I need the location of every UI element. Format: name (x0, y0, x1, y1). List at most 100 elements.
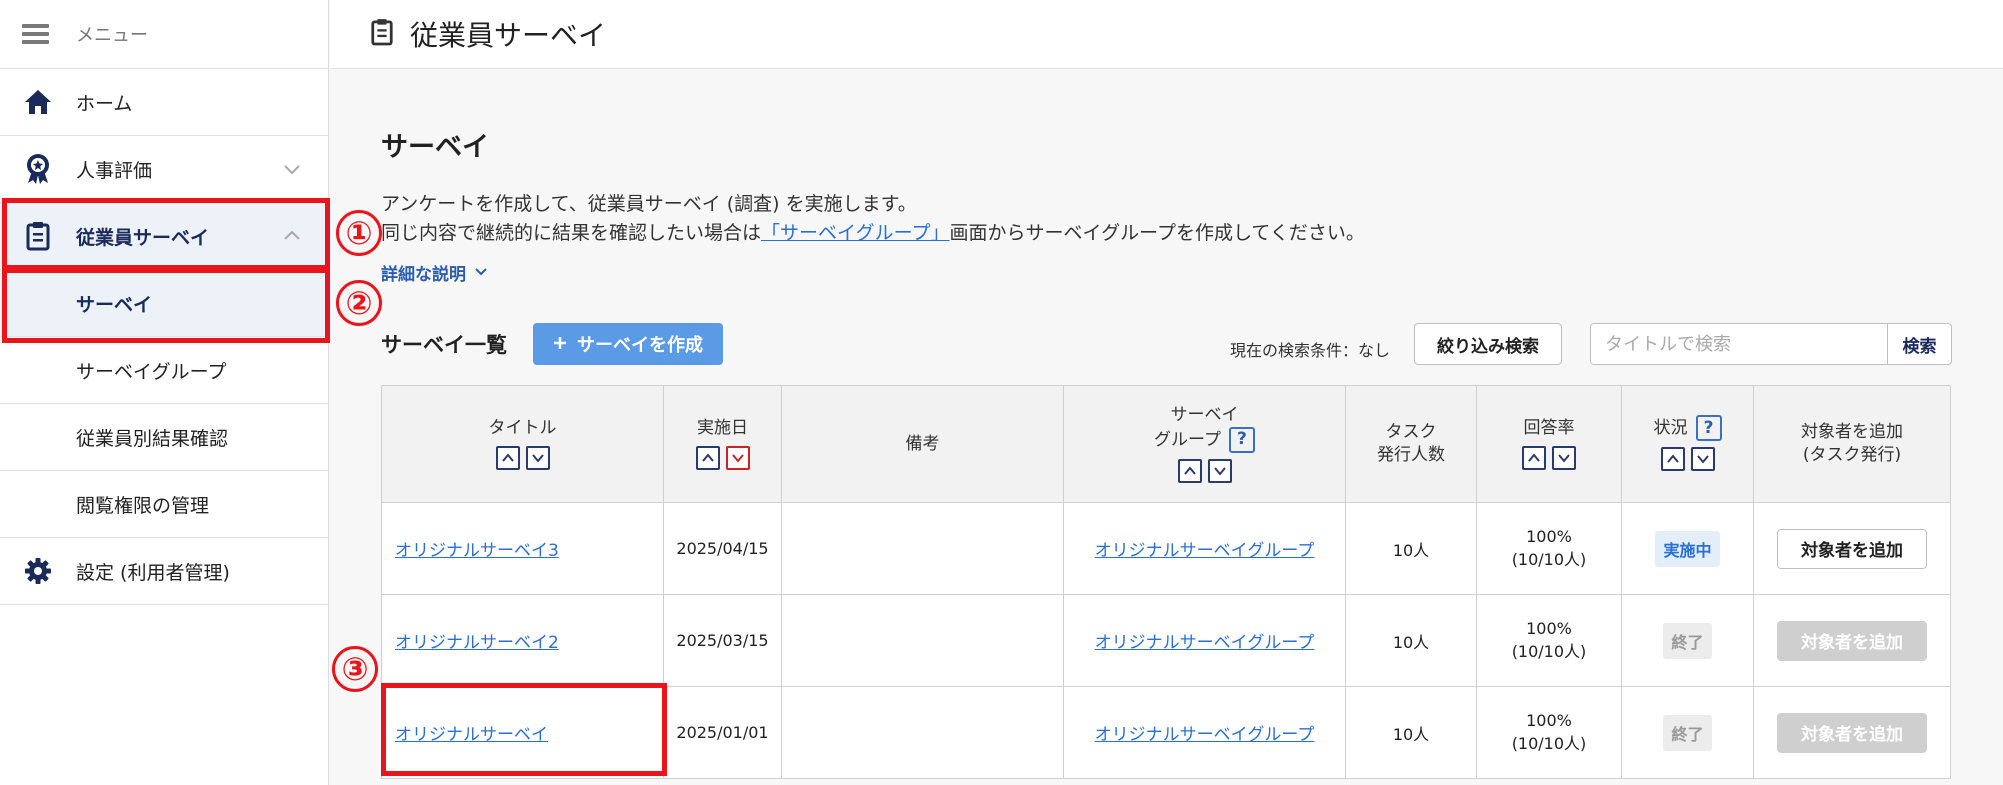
description-line-1: アンケートを作成して、従業員サーベイ (調査) を実施します。 (381, 193, 917, 215)
page-header: 従業員サーベイ (330, 0, 2003, 69)
gear-icon (20, 555, 56, 587)
search-input[interactable] (1591, 324, 1887, 364)
sort-desc-icon[interactable] (525, 445, 550, 470)
sort-asc-icon[interactable] (1660, 447, 1685, 471)
sort-desc-icon[interactable] (1207, 458, 1232, 483)
sort-asc-icon[interactable] (1522, 445, 1546, 470)
menu-toggle[interactable]: メニュー (0, 0, 328, 69)
description-text: 画面からサーベイグループを作成してください。 (949, 222, 1365, 244)
sidebar-subitem-access-management[interactable]: 閲覧権限の管理 (0, 471, 328, 538)
cell-add: 対象者を追加 (1753, 502, 1951, 595)
rate-percent: 100% (1526, 619, 1572, 638)
chevron-down-icon (282, 159, 302, 179)
sort-asc-icon[interactable] (695, 445, 720, 470)
table-header-row: タイトル 実施日 備考 サーベイ グループ? タスク 発行人数 回答率 状況 ?… (381, 385, 1951, 503)
create-survey-label: サーベイを作成 (577, 335, 703, 356)
main-content: サーベイ アンケートを作成して、従業員サーベイ (調査) を実施します。 同じ内… (381, 69, 1952, 779)
sidebar-subitem-survey-group[interactable]: サーベイグループ (0, 337, 328, 404)
header-rate-label: 回答率 (1523, 417, 1575, 438)
cell-title: オリジナルサーベイ3 (381, 502, 664, 595)
status-badge: 実施中 (1655, 530, 1720, 567)
header-note: 備考 (781, 385, 1064, 503)
header-tasks: タスク 発行人数 (1345, 385, 1477, 503)
cell-note (781, 686, 1064, 779)
cell-title: オリジナルサーベイ2 (381, 594, 664, 687)
sidebar-item-home[interactable]: ホーム (0, 69, 328, 136)
survey-group-link[interactable]: オリジナルサーベイグループ (1095, 541, 1315, 561)
survey-title-link[interactable]: オリジナルサーベイ2 (395, 633, 559, 653)
header-title: タイトル (381, 385, 664, 503)
cell-add: 対象者を追加 (1753, 594, 1951, 687)
highlight-box-survey-subitem (2, 268, 330, 343)
sidebar-item-settings[interactable]: 設定 (利用者管理) (0, 538, 328, 605)
header-date: 実施日 (663, 385, 782, 503)
sort-desc-icon[interactable] (1552, 445, 1576, 470)
cell-tasks: 10人 (1345, 686, 1477, 779)
add-target-button[interactable]: 対象者を追加 (1777, 620, 1927, 661)
cell-add: 対象者を追加 (1753, 686, 1951, 779)
sort-asc-icon[interactable] (1177, 458, 1202, 483)
status-badge: 終了 (1663, 714, 1712, 751)
table-row: オリジナルサーベイ3 2025/04/15 オリジナルサーベイグループ 10人 … (381, 502, 1951, 595)
search-condition: 現在の検索条件：なし (1230, 341, 1391, 360)
header-status-label: 状況 (1653, 418, 1688, 438)
highlight-box-survey-menu (2, 198, 330, 270)
help-icon[interactable]: ? (1228, 426, 1255, 453)
cell-status: 終了 (1621, 686, 1754, 779)
annotation-number-2: ② (336, 280, 382, 326)
description: アンケートを作成して、従業員サーベイ (調査) を実施します。 同じ内容で継続的… (381, 190, 1952, 248)
description-line-2: 同じ内容で継続的に結果を確認したい場合は「サーベイグループ」画面からサーベイグル… (381, 219, 1952, 248)
sidebar-item-label: ホーム (76, 92, 133, 115)
sidebar-subitem-results-by-employee[interactable]: 従業員別結果確認 (0, 404, 328, 471)
survey-group-link[interactable]: 「サーベイグループ」 (761, 222, 949, 244)
annotation-number-3: ③ (332, 646, 378, 692)
filter-search-button[interactable]: 絞り込み検索 (1414, 323, 1562, 365)
detail-toggle[interactable]: 詳細な説明 (381, 260, 1952, 285)
survey-group-link[interactable]: オリジナルサーベイグループ (1095, 725, 1315, 745)
menu-label: メニュー (76, 25, 148, 46)
description-text: 同じ内容で継続的に結果を確認したい場合は (381, 222, 762, 244)
cell-group: オリジナルサーベイグループ (1063, 594, 1346, 687)
cell-note (781, 502, 1064, 595)
cell-date: 2025/04/15 (663, 502, 782, 595)
create-survey-button[interactable]: サーベイを作成 (533, 323, 723, 365)
cell-rate: 100% (10/10人) (1476, 686, 1622, 779)
header-tasks-label-1: タスク (1385, 422, 1437, 442)
header-group-label-2: グループ (1154, 429, 1221, 450)
cell-date: 2025/03/15 (663, 594, 782, 687)
header-group: サーベイ グループ? (1063, 385, 1346, 503)
sidebar-item-label: 設定 (利用者管理) (76, 561, 230, 584)
header-status: 状況? (1621, 385, 1754, 503)
survey-title-link[interactable]: オリジナルサーベイ3 (395, 541, 559, 561)
page-title: 従業員サーベイ (410, 19, 607, 52)
rate-percent: 100% (1526, 527, 1572, 546)
cell-rate: 100% (10/10人) (1476, 594, 1622, 687)
search-box: 検索 (1590, 323, 1952, 365)
highlight-box-original-survey (381, 683, 667, 776)
header-add-label-1: 対象者を追加 (1801, 422, 1903, 442)
home-icon (20, 86, 56, 118)
cell-tasks: 10人 (1345, 594, 1477, 687)
survey-group-link[interactable]: オリジナルサーベイグループ (1095, 633, 1315, 653)
header-date-label: 実施日 (697, 417, 748, 438)
cell-note (781, 594, 1064, 687)
cell-rate: 100% (10/10人) (1476, 502, 1622, 595)
cell-date: 2025/01/01 (663, 686, 782, 779)
chevron-down-icon (474, 263, 488, 283)
search-button[interactable]: 検索 (1887, 324, 1951, 364)
hamburger-icon[interactable] (22, 24, 49, 44)
list-title: サーベイ一覧 (381, 333, 507, 357)
detail-link[interactable]: 詳細な説明 (381, 260, 466, 285)
cell-status: 終了 (1621, 594, 1754, 687)
sort-asc-icon[interactable] (495, 445, 520, 470)
add-target-button[interactable]: 対象者を追加 (1777, 528, 1927, 569)
cell-group: オリジナルサーベイグループ (1063, 686, 1346, 779)
sidebar-item-hr-evaluation[interactable]: 人事評価 (0, 136, 328, 203)
status-badge: 終了 (1663, 622, 1712, 659)
add-target-button[interactable]: 対象者を追加 (1777, 712, 1927, 753)
help-icon[interactable]: ? (1695, 415, 1722, 441)
header-add-label-2: (タスク発行) (1802, 445, 1902, 465)
sort-desc-icon[interactable] (1690, 447, 1715, 471)
section-heading: サーベイ (381, 132, 489, 163)
sort-desc-icon[interactable] (725, 445, 750, 470)
